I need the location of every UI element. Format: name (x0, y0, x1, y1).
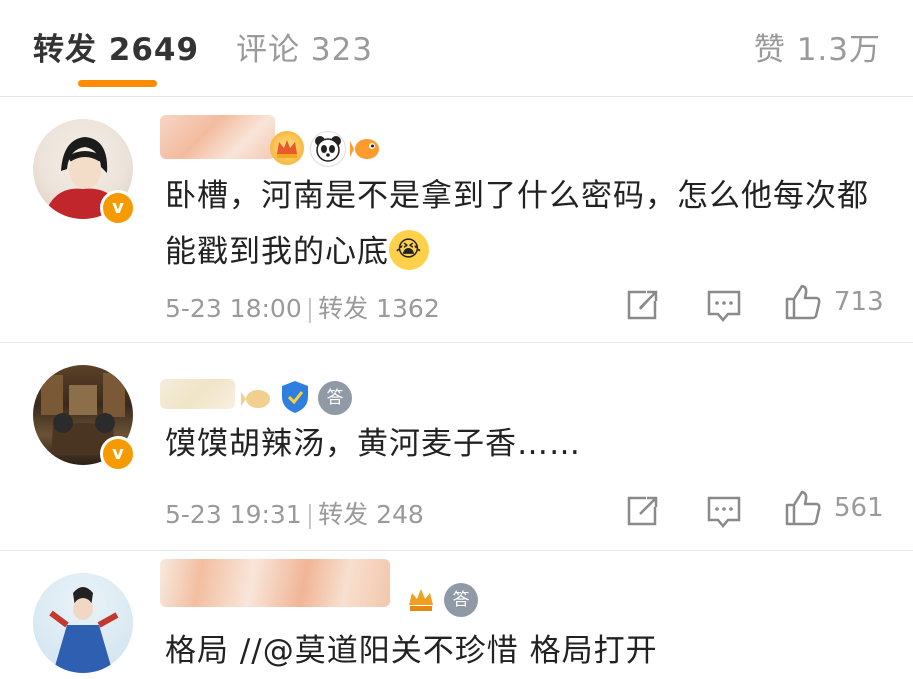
share-icon[interactable] (626, 287, 660, 325)
comment-text: 馍馍胡辣汤，黄河麦子香…… (165, 426, 581, 462)
avatar-illustration (49, 587, 119, 673)
like-count: 561 (834, 493, 884, 523)
username-blurred[interactable] (160, 379, 235, 409)
shield-icon (278, 379, 312, 413)
share-icon[interactable] (626, 493, 660, 531)
comment-icon[interactable] (706, 289, 742, 327)
cry-emoji-icon: 😭 (389, 229, 429, 270)
panda-icon (310, 131, 346, 167)
list-item: v 卧槽，河南是不是拿到了什么密码，怎么他每次都能戳到我的心底 😭 5-23 18… (0, 97, 913, 343)
verified-badge-icon: v (100, 436, 136, 472)
username-blurred[interactable] (160, 559, 390, 607)
comment-text: 卧槽，河南是不是拿到了什么密码，怎么他每次都能戳到我的心底 😭 (165, 178, 869, 270)
comment-icon[interactable] (706, 495, 742, 533)
comment-text: 格局 //@莫道阳关不珍惜 格局打开 (165, 633, 658, 669)
avatar[interactable] (33, 573, 133, 673)
fish-icon (350, 131, 384, 165)
like-icon[interactable] (784, 489, 822, 531)
repost-count[interactable]: 转发 248 (318, 500, 424, 529)
like-count: 713 (834, 287, 884, 317)
list-item: v 答 馍馍胡辣汤，黄河麦子香…… 5-23 19:31 | 转发 248 561 (0, 343, 913, 551)
tab-likes[interactable]: 赞 1.3万 (754, 24, 881, 69)
timestamp: 5-23 18:00 (165, 294, 302, 323)
timestamp: 5-23 19:31 (165, 500, 302, 529)
tab-repost[interactable]: 转发 2649 (33, 24, 199, 69)
fish-icon (240, 381, 274, 415)
comment-meta: 5-23 18:00 | 转发 1362 (165, 294, 440, 323)
crown-icon (270, 131, 304, 165)
answer-badge-icon: 答 (444, 583, 478, 617)
comment-meta: 5-23 19:31 | 转发 248 (165, 500, 424, 529)
like-icon[interactable] (784, 283, 822, 325)
repost-count[interactable]: 转发 1362 (318, 294, 440, 323)
tab-bar: 转发 2649 评论 323 赞 1.3万 (0, 0, 913, 97)
username-blurred[interactable] (160, 115, 275, 159)
active-tab-indicator (78, 80, 157, 87)
crown-icon (404, 583, 438, 617)
list-item: 答 格局 //@莫道阳关不珍惜 格局打开 (0, 551, 913, 673)
answer-badge-icon: 答 (318, 381, 352, 415)
tab-comments[interactable]: 评论 323 (236, 24, 373, 69)
verified-badge-icon: v (100, 190, 136, 226)
